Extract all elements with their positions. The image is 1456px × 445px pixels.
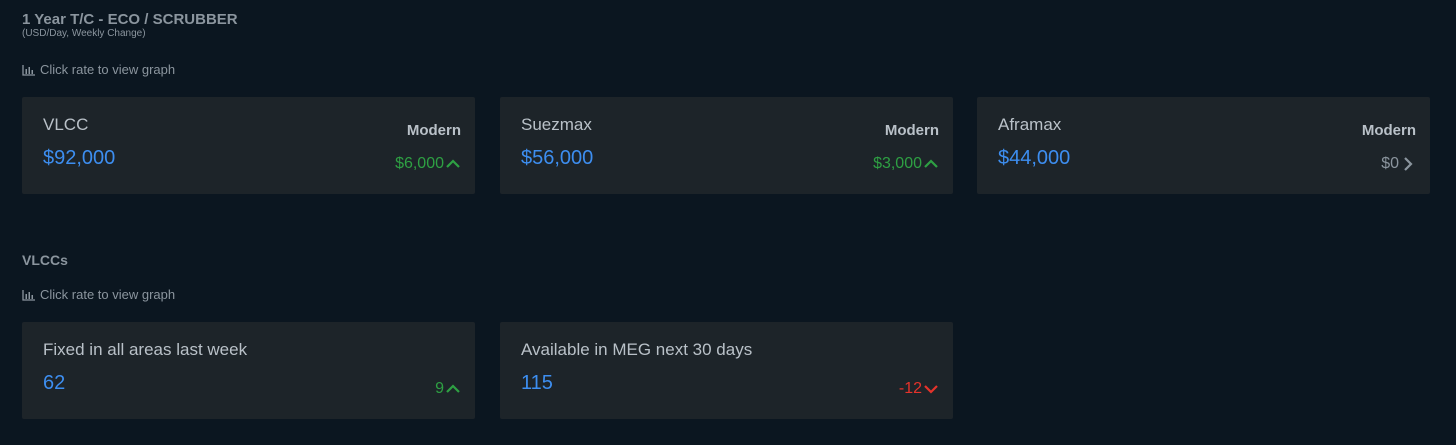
view-graph-hint-text: Click rate to view graph [40,287,176,302]
card-tag: Modern [884,122,939,139]
card-change: $0 [1381,154,1416,174]
section-title-vlccs: VLCCs [22,252,68,268]
section-title-tc-rates: 1 Year T/C - ECO / SCRUBBER [22,11,238,28]
card-value[interactable]: 62 [43,371,65,395]
card-value[interactable]: 115 [521,371,553,395]
card-change-value: $3,000 [873,155,922,172]
view-graph-hint[interactable]: Click rate to view graph [22,287,175,303]
chevron-up-icon [446,159,460,168]
card-value[interactable]: $44,000 [998,146,1070,170]
section-subtitle: (USD/Day, Weekly Change) [22,28,146,39]
bar-chart-icon [22,65,35,76]
card-name: VLCC [43,115,89,134]
card-tag: Modern [406,122,461,139]
card-name: Suezmax [521,115,592,134]
rate-card-vlcc[interactable]: VLCC Modern $92,000 $6,000 [22,97,475,194]
view-graph-hint[interactable]: Click rate to view graph [22,62,175,78]
card-value[interactable]: $56,000 [521,146,593,170]
stat-card-fixed[interactable]: Fixed in all areas last week 62 9 [22,322,475,419]
chevron-up-icon [446,384,460,393]
chevron-up-icon [924,159,938,168]
card-change: 9 [435,379,461,399]
card-change-value: -12 [898,380,922,397]
card-change-value: $0 [1381,155,1399,172]
card-change-value: 9 [435,380,444,397]
card-name: Available in MEG next 30 days [521,340,753,359]
bar-chart-icon [22,290,35,301]
stat-card-available[interactable]: Available in MEG next 30 days 115 -12 [500,322,953,419]
card-value[interactable]: $92,000 [43,146,115,170]
card-change-value: $6,000 [395,155,444,172]
rate-card-suezmax[interactable]: Suezmax Modern $56,000 $3,000 [500,97,953,194]
card-change: $6,000 [395,154,461,174]
page: 1 Year T/C - ECO / SCRUBBER (USD/Day, We… [0,0,1456,445]
view-graph-hint-text: Click rate to view graph [40,62,176,77]
card-change: $3,000 [873,154,939,174]
rate-card-aframax[interactable]: Aframax Modern $44,000 $0 [977,97,1430,194]
chevron-right-icon [1404,157,1413,171]
card-tag: Modern [1361,122,1416,139]
card-change: -12 [899,379,939,399]
chevron-down-icon [924,385,938,394]
card-name: Aframax [998,115,1062,134]
card-name: Fixed in all areas last week [43,340,248,359]
